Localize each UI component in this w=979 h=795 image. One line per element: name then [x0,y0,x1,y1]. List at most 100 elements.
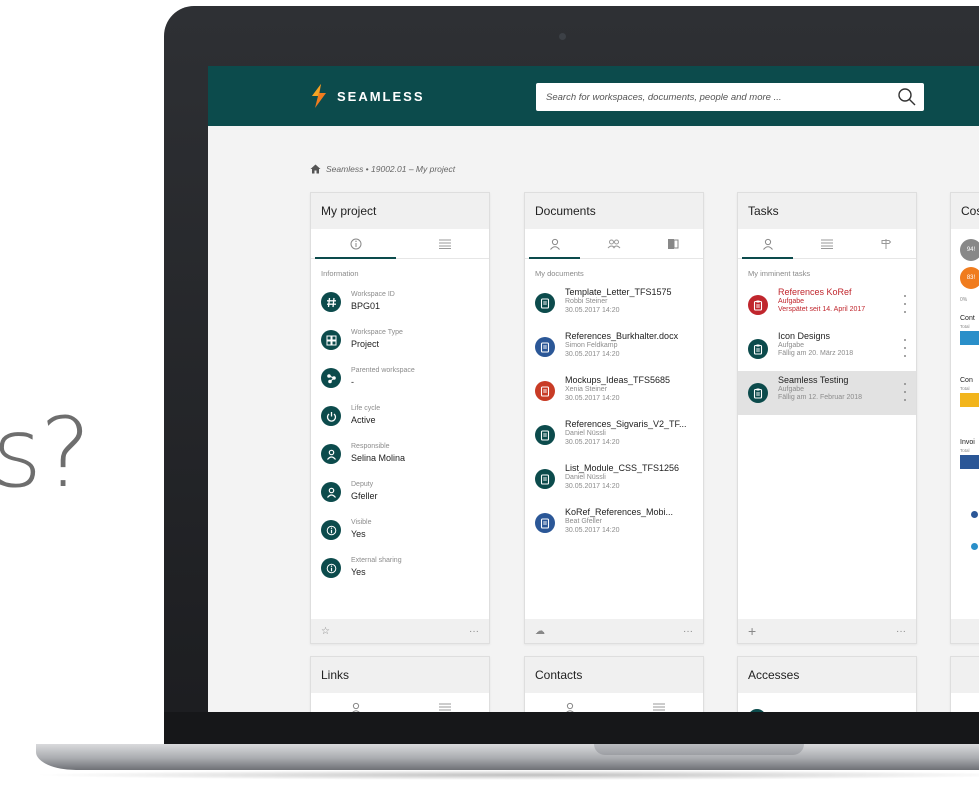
document-item[interactable]: List_Module_CSS_TFS1256 Daniel Nüssli 30.0… [525,459,703,503]
more-icon[interactable]: ··· [469,626,479,637]
clipboard-icon [748,339,768,359]
info-item[interactable]: Workspace ID BPG01 [311,283,489,321]
info-item-label: Life cycle [351,405,381,412]
document-item[interactable]: Mockups_Ideas_TFS5685 Xenia Steiner 30.05.… [525,371,703,415]
active-tab-indicator [315,257,396,259]
tab-milestones[interactable] [857,229,916,258]
tab-my-contacts[interactable] [525,693,614,712]
more-icon[interactable]: ··· [683,626,693,637]
info-item-label: Responsible [351,443,390,450]
cost-bar [960,331,979,345]
task-item[interactable]: Seamless Testing Aufgabe Fällig am 12. Feb… [738,371,916,415]
legend-dot [971,511,978,518]
task-due: Fällig am 20. März 2018 [778,350,854,357]
info-icon [321,558,341,578]
laptop-base [36,744,979,770]
cost-row-sub: Total [960,386,970,391]
app-logo[interactable]: SEAMLESS [310,84,425,108]
cost-row-label: Cont [960,315,975,322]
laptop-notch [594,744,804,755]
tab-exchange[interactable] [644,229,703,258]
info-item-value: Yes [351,529,366,539]
more-vertical-icon[interactable] [900,295,910,313]
person-icon [762,238,773,250]
task-type: Aufgabe [778,342,805,349]
cost-bar [960,455,979,469]
tab-list[interactable] [400,229,489,258]
person-icon [351,702,360,712]
document-icon [535,469,555,489]
document-name: KoRef_References_Mobi... [565,507,674,517]
cropped-card-head [951,657,979,693]
cost-row-sub: Total [960,448,970,453]
grid-icon [321,330,341,350]
info-item[interactable]: Responsible Selina Molina [311,435,489,473]
tasks-tabs [738,229,916,259]
tab-contact-list[interactable] [614,693,703,712]
tab-information[interactable] [311,229,400,259]
task-item[interactable]: References KoRef Aufgabe Verspätet seit 14… [738,283,916,327]
tab-my-tasks[interactable] [738,229,797,259]
document-item[interactable]: Template_Letter_TFS1575 Robbi Steiner 30.0… [525,283,703,327]
info-item[interactable]: Life cycle Active [311,397,489,435]
more-icon[interactable]: ··· [896,626,906,637]
active-tab-indicator [742,257,794,259]
cost-row-label: Con [960,377,973,384]
active-tab-indicator [529,257,581,259]
document-date: 30.05.2017 14:20 [565,527,620,534]
search-input[interactable] [536,83,886,111]
section-label: My imminent tasks [748,269,811,278]
info-item-label: Visible [351,519,372,526]
documents-tabs [525,229,703,259]
task-name: Seamless Testing [778,375,849,385]
document-icon [535,513,555,533]
cloud-icon[interactable]: ☁ [535,626,545,637]
breadcrumb-path[interactable]: Seamless • 19002.01 – My project [326,164,455,174]
document-list: Template_Letter_TFS1575 Robbi Steiner 30.0… [525,283,703,547]
document-item[interactable]: References_Sigvaris_V2_TF... Daniel Nüssl… [525,415,703,459]
info-item[interactable]: Visible Yes [311,511,489,549]
card-footer [951,619,979,643]
info-item[interactable]: Workspace Type Project [311,321,489,359]
tab-my-documents[interactable] [525,229,584,259]
info-item-label: Workspace ID [351,291,395,298]
document-date: 30.05.2017 14:20 [565,307,620,314]
cost-row-sub: Total [960,324,970,329]
task-item[interactable]: Icon Designs Aufgabe Fällig am 20. März 20… [738,327,916,371]
tab-my-links[interactable] [311,693,400,712]
task-due: Fällig am 12. Februar 2018 [778,394,863,401]
star-icon[interactable]: ☆ [321,626,330,637]
info-item[interactable]: Deputy Gfeller [311,473,489,511]
document-icon [535,293,555,313]
tab-task-list[interactable] [797,229,856,258]
tab-group-documents[interactable] [584,229,643,258]
more-vertical-icon[interactable] [900,383,910,401]
document-author: Daniel Nüssli [565,430,606,437]
info-item[interactable]: Parented workspace - [311,359,489,397]
home-icon[interactable] [310,164,321,174]
links-tabs [311,693,489,712]
card-footer: ☁ ··· [525,619,703,643]
info-item-value: Yes [351,567,366,577]
document-item[interactable]: References_Burkhalter.docx Simon Feldkamp… [525,327,703,371]
document-item[interactable]: KoRef_References_Mobi... Beat Gfeller 30.0… [525,503,703,547]
task-name: Icon Designs [778,331,831,341]
person-icon [321,444,341,464]
links-card: Links [310,656,490,712]
add-icon[interactable]: + [748,623,756,639]
info-item-label: Parented workspace [351,367,415,374]
camera [559,33,566,40]
brand-name: SEAMLESS [337,88,425,104]
info-item-label: External sharing [351,557,402,564]
more-vertical-icon[interactable] [900,339,910,357]
task-type: Aufgabe [778,386,805,393]
section-label: Information [321,269,359,278]
search-icon[interactable] [896,86,918,108]
info-item-label: Deputy [351,481,374,488]
tab-link-list[interactable] [400,693,489,712]
cost-badge: 94! [960,239,979,261]
list-icon [820,239,833,249]
info-item[interactable]: External sharing Yes [311,549,489,587]
project-card: My project Information Workspace ID BPG01… [310,192,490,644]
document-author: Simon Feldkamp [565,342,618,349]
